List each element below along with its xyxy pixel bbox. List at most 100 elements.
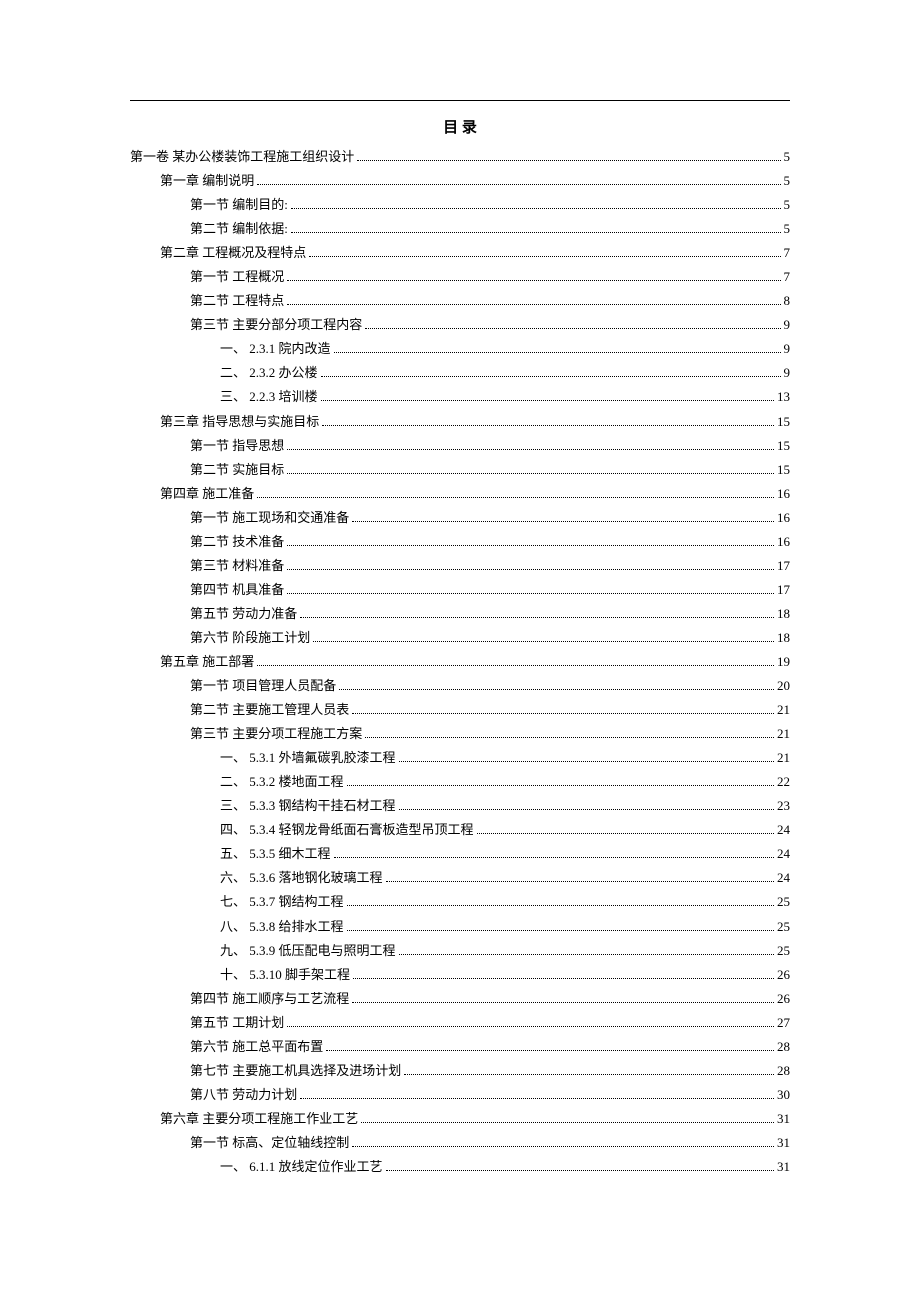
toc-entry-text: 第二节 主要施工管理人员表: [190, 698, 349, 722]
toc-entry-page: 24: [777, 842, 790, 866]
toc-entry-text: 九、 5.3.9 低压配电与照明工程: [220, 939, 396, 963]
toc-entry-text: 四、 5.3.4 轻钢龙骨纸面石膏板造型吊顶工程: [220, 818, 474, 842]
toc-entry-text: 一、 2.3.1 院内改造: [220, 337, 331, 361]
toc-entry: 第八节 劳动力计划30: [130, 1083, 790, 1107]
toc-entry: 第一节 标高、定位轴线控制31: [130, 1131, 790, 1155]
toc-entry-page: 22: [777, 770, 790, 794]
toc-dots: [399, 954, 774, 955]
toc-entry: 第五章 施工部署19: [130, 650, 790, 674]
toc-entry: 第一卷 某办公楼装饰工程施工组织设计 5: [130, 145, 790, 169]
toc-entry: 第六章 主要分项工程施工作业工艺 31: [130, 1107, 790, 1131]
toc-entry: 第二节 工程特点8: [130, 289, 790, 313]
toc-entry-text: 七、 5.3.7 钢结构工程: [220, 890, 344, 914]
toc-entry: 一、 2.3.1 院内改造 9: [130, 337, 790, 361]
toc-entry-page: 20: [777, 674, 790, 698]
toc-entry-text: 第三节 主要分部分项工程内容: [190, 313, 362, 337]
toc-dots: [287, 473, 774, 474]
toc-dots: [353, 978, 774, 979]
toc-entry-page: 23: [777, 794, 790, 818]
toc-entry-text: 三、 5.3.3 钢结构干挂石材工程: [220, 794, 396, 818]
toc-entry: 第二节 技术准备 16: [130, 530, 790, 554]
toc-entry: 第一节 工程概况7: [130, 265, 790, 289]
toc-entry-page: 9: [784, 337, 791, 361]
toc-entry-text: 第一节 项目管理人员配备: [190, 674, 336, 698]
toc-dots: [321, 400, 774, 401]
toc-entry: 二、 5.3.2 楼地面工程22: [130, 770, 790, 794]
toc-dots: [352, 713, 774, 714]
toc-dots: [287, 569, 774, 570]
toc-entry: 第一节 项目管理人员配备 20: [130, 674, 790, 698]
toc-entry-page: 5: [784, 145, 791, 169]
toc-entry-text: 第五节 劳动力准备: [190, 602, 297, 626]
toc-dots: [352, 1146, 774, 1147]
toc-dots: [321, 376, 781, 377]
toc-dots: [287, 304, 780, 305]
toc-entry-text: 第五章 施工部署: [160, 650, 254, 674]
toc-entry-page: 25: [777, 915, 790, 939]
toc-dots: [257, 497, 774, 498]
toc-entry-text: 第一章 编制说明: [160, 169, 254, 193]
toc-entry-text: 第一节 编制目的:: [190, 193, 288, 217]
toc-entry-text: 三、 2.2.3 培训楼: [220, 385, 318, 409]
toc-entry: 第五节 劳动力准备18: [130, 602, 790, 626]
toc-entry-text: 第七节 主要施工机具选择及进场计划: [190, 1059, 401, 1083]
toc-entry-page: 21: [777, 746, 790, 770]
toc-entry-text: 第一节 施工现场和交通准备: [190, 506, 349, 530]
toc-entry-page: 27: [777, 1011, 790, 1035]
toc-entry-text: 第八节 劳动力计划: [190, 1083, 297, 1107]
toc-dots: [326, 1050, 774, 1051]
toc-dots: [291, 208, 781, 209]
toc-dots: [334, 857, 774, 858]
toc-dots: [291, 232, 781, 233]
toc-entry-page: 25: [777, 939, 790, 963]
toc-entry-text: 第一卷 某办公楼装饰工程施工组织设计: [130, 145, 354, 169]
toc-entry-page: 17: [777, 554, 790, 578]
toc-entry: 五、 5.3.5 细木工程24: [130, 842, 790, 866]
toc-entry-text: 第三章 指导思想与实施目标: [160, 410, 319, 434]
toc-entry-text: 十、 5.3.10 脚手架工程: [220, 963, 350, 987]
toc-entry-page: 26: [777, 987, 790, 1011]
toc-entry-text: 第五节 工期计划: [190, 1011, 284, 1035]
toc-entry-page: 16: [777, 530, 790, 554]
toc-dots: [477, 833, 774, 834]
toc-dots: [361, 1122, 774, 1123]
toc-entry-page: 28: [777, 1035, 790, 1059]
toc-entry-page: 25: [777, 890, 790, 914]
toc-entry-page: 9: [784, 313, 791, 337]
toc-entry-page: 8: [784, 289, 791, 313]
toc-dots: [287, 545, 774, 546]
toc-dots: [257, 184, 780, 185]
toc-entry-text: 第六节 阶段施工计划: [190, 626, 310, 650]
toc-entry-text: 二、 2.3.2 办公楼: [220, 361, 318, 385]
toc-entry-page: 21: [777, 722, 790, 746]
toc-dots: [404, 1074, 774, 1075]
toc-entry: 第一章 编制说明5: [130, 169, 790, 193]
toc-container: 目 录 第一卷 某办公楼装饰工程施工组织设计5第一章 编制说明5第一节 编制目的…: [130, 100, 790, 1179]
toc-dots: [313, 641, 774, 642]
toc-entry-text: 第二节 编制依据:: [190, 217, 288, 241]
toc-entry-page: 31: [777, 1107, 790, 1131]
toc-entry-text: 第四节 机具准备: [190, 578, 284, 602]
toc-dots: [352, 521, 774, 522]
toc-dots: [334, 352, 781, 353]
toc-entry-page: 31: [777, 1131, 790, 1155]
toc-entry: 八、 5.3.8 给排水工程25: [130, 915, 790, 939]
toc-dots: [347, 785, 774, 786]
toc-entry: 一、 5.3.1 外墙氟碳乳胶漆工程21: [130, 746, 790, 770]
toc-entry: 三、 2.2.3 培训楼13: [130, 385, 790, 409]
toc-dots: [386, 1170, 774, 1171]
toc-entry-text: 第六章 主要分项工程施工作业工艺: [160, 1107, 358, 1131]
toc-dots: [357, 160, 780, 161]
toc-entry-text: 第二章 工程概况及程特点: [160, 241, 306, 265]
toc-entry-page: 5: [784, 217, 791, 241]
toc-entry-page: 26: [777, 963, 790, 987]
toc-dots: [365, 328, 780, 329]
toc-entry: 第三章 指导思想与实施目标15: [130, 410, 790, 434]
toc-entry: 三、 5.3.3 钢结构干挂石材工程 23: [130, 794, 790, 818]
toc-entry-page: 16: [777, 506, 790, 530]
toc-dots: [287, 449, 774, 450]
toc-entry-page: 7: [784, 241, 791, 265]
toc-entry-page: 16: [777, 482, 790, 506]
toc-entry: 第五节 工期计划 27: [130, 1011, 790, 1035]
toc-entry-text: 第二节 技术准备: [190, 530, 284, 554]
